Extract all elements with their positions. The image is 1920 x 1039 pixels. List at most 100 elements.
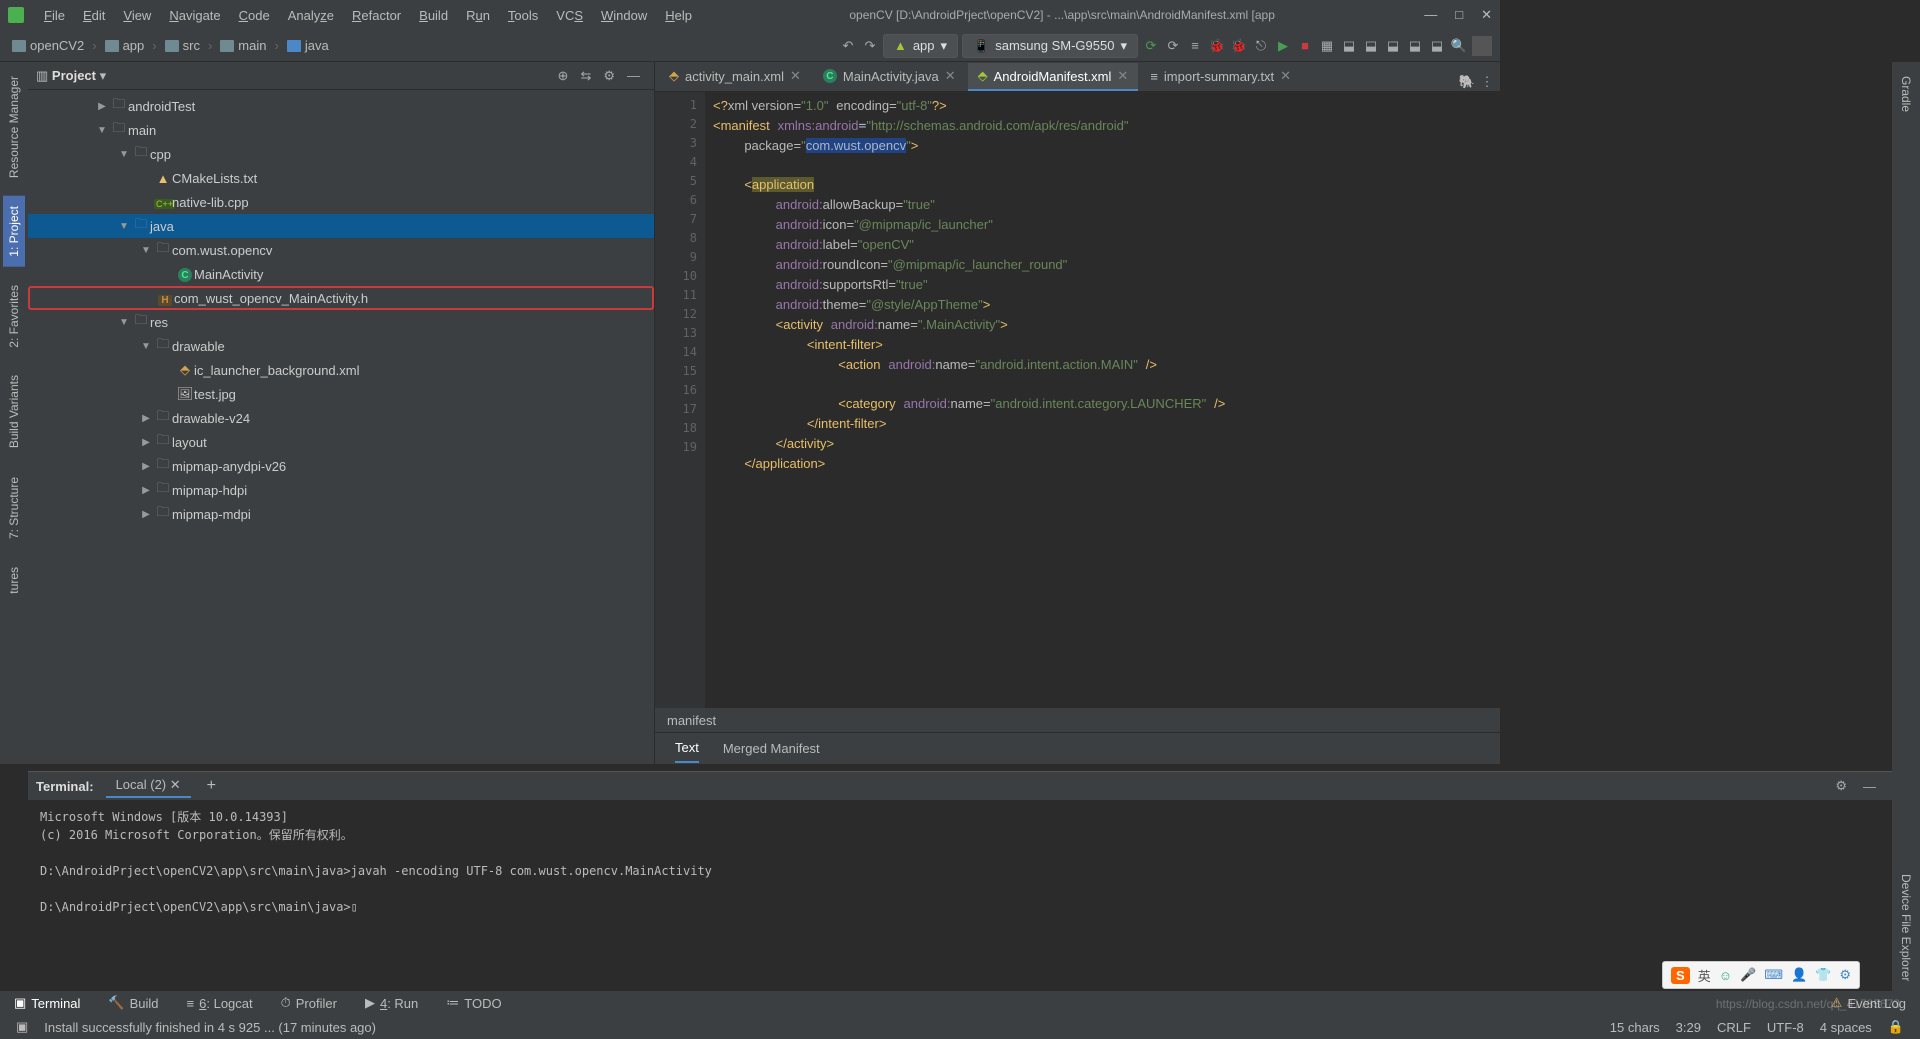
- attach-icon[interactable]: ⎋: [1252, 37, 1270, 55]
- elephant-icon[interactable]: 🐘: [1458, 73, 1476, 91]
- bug-icon[interactable]: 🐞: [1208, 37, 1226, 55]
- tree-arrow-icon[interactable]: ▼: [138, 341, 154, 352]
- status-lock-icon[interactable]: 🔒: [1880, 1019, 1912, 1035]
- menu-analyze[interactable]: Analyze: [280, 4, 342, 27]
- menu-edit[interactable]: Edit: [75, 4, 113, 27]
- nav-fwd-icon[interactable]: ↷: [861, 37, 879, 55]
- tree-item-mipmap-anydpi-v26[interactable]: ▶🗀mipmap-anydpi-v26: [28, 454, 654, 478]
- tree-item-mipmap-mdpi[interactable]: ▶🗀mipmap-mdpi: [28, 502, 654, 526]
- status-icon[interactable]: ▣: [8, 1019, 36, 1035]
- bottom-tab-todo[interactable]: ≔TODO: [440, 995, 507, 1011]
- bottom-tab-6-logcat[interactable]: ≡6: Logcat: [181, 996, 259, 1011]
- collapse-icon[interactable]: ⇆: [574, 68, 597, 84]
- tree-arrow-icon[interactable]: ▼: [138, 245, 154, 256]
- more-icon[interactable]: ⋮: [1478, 73, 1496, 91]
- tree-item-ic-launcher-background-xml[interactable]: ⬘ic_launcher_background.xml: [28, 358, 654, 382]
- menu-build[interactable]: Build: [411, 4, 456, 27]
- profile-icon[interactable]: ▶: [1274, 37, 1292, 55]
- tree-arrow-icon[interactable]: ▶: [138, 509, 154, 520]
- ime-icon[interactable]: ⌨: [1764, 967, 1783, 983]
- tree-item-drawable[interactable]: ▼🗀drawable: [28, 334, 654, 358]
- device-selector[interactable]: 📱samsung SM-G9550▾: [962, 34, 1138, 58]
- close-icon[interactable]: ✕: [945, 68, 956, 84]
- menu-refactor[interactable]: Refactor: [344, 4, 409, 27]
- tree-item-main[interactable]: ▼🗀main: [28, 118, 654, 142]
- layout-icon[interactable]: ⬓: [1362, 37, 1380, 55]
- tasks-icon[interactable]: ≡: [1186, 37, 1204, 55]
- assistant-icon[interactable]: ⬓: [1428, 37, 1446, 55]
- tree-arrow-icon[interactable]: ▼: [94, 125, 110, 136]
- tree-item-test-jpg[interactable]: 🖼test.jpg: [28, 382, 654, 406]
- sidebar-device-file-explorer[interactable]: Device File Explorer: [1895, 864, 1917, 991]
- stop-icon[interactable]: ■: [1296, 37, 1314, 55]
- project-view-icon[interactable]: ▥: [36, 68, 48, 84]
- avd-icon[interactable]: ▦: [1318, 37, 1336, 55]
- menu-window[interactable]: Window: [593, 4, 655, 27]
- sidebar-project[interactable]: 1: Project: [3, 196, 25, 267]
- tree-item-androidtest[interactable]: ▶🗀androidTest: [28, 94, 654, 118]
- ime-icon[interactable]: 👕: [1815, 967, 1831, 983]
- tree-arrow-icon[interactable]: ▼: [116, 317, 132, 328]
- tree-arrow-icon[interactable]: ▶: [138, 437, 154, 448]
- ime-bar[interactable]: S 英 ☺ 🎤 ⌨ 👤 👕 ⚙: [1662, 961, 1860, 989]
- tree-item-cpp[interactable]: ▼🗀cpp: [28, 142, 654, 166]
- bottom-tab-terminal[interactable]: ▣Terminal: [8, 995, 86, 1011]
- tree-item-com-wust-opencv[interactable]: ▼🗀com.wust.opencv: [28, 238, 654, 262]
- target-icon[interactable]: ⊕: [552, 68, 575, 84]
- panel-title[interactable]: Project: [52, 68, 96, 83]
- dropdown-icon[interactable]: ▾: [100, 68, 107, 84]
- tab-merged-manifest[interactable]: Merged Manifest: [723, 735, 820, 762]
- tab-text[interactable]: Text: [675, 734, 699, 763]
- ime-icon[interactable]: 🎤: [1740, 967, 1756, 983]
- tree-item-res[interactable]: ▼🗀res: [28, 310, 654, 334]
- run-config-selector[interactable]: ▲app▾: [883, 34, 958, 58]
- maximize-button[interactable]: □: [1455, 7, 1463, 23]
- tree-item-mipmap-hdpi[interactable]: ▶🗀mipmap-hdpi: [28, 478, 654, 502]
- sdk-icon[interactable]: ⬓: [1340, 37, 1358, 55]
- bottom-tab-4-run[interactable]: ▶4: Run: [359, 995, 424, 1011]
- minimize-panel-icon[interactable]: —: [1855, 779, 1884, 794]
- tree-item-drawable-v24[interactable]: ▶🗀drawable-v24: [28, 406, 654, 430]
- code-breadcrumb[interactable]: manifest: [655, 708, 1500, 732]
- editor-tab-androidmanifest-xml[interactable]: ⬘ AndroidManifest.xml ✕: [968, 63, 1139, 91]
- tree-arrow-icon[interactable]: ▶: [138, 413, 154, 424]
- minimize-panel-icon[interactable]: —: [621, 68, 646, 83]
- gear-icon[interactable]: ⚙: [597, 68, 621, 84]
- menu-vcs[interactable]: VCS: [548, 4, 591, 27]
- menu-run[interactable]: Run: [458, 4, 498, 27]
- editor-tab-activity-main-xml[interactable]: ⬘ activity_main.xml ✕: [659, 63, 811, 91]
- sidebar-resource-manager[interactable]: Resource Manager: [3, 66, 25, 188]
- tree-arrow-icon[interactable]: ▼: [116, 149, 132, 160]
- status-enc[interactable]: UTF-8: [1759, 1020, 1812, 1035]
- terminal-add-button[interactable]: +: [207, 777, 216, 795]
- close-icon[interactable]: ✕: [1280, 68, 1291, 84]
- menu-help[interactable]: Help: [657, 4, 700, 27]
- firebase-icon[interactable]: ⬓: [1406, 37, 1424, 55]
- editor-tab-mainactivity-java[interactable]: C MainActivity.java ✕: [813, 63, 966, 91]
- nav-back-icon[interactable]: ↶: [839, 37, 857, 55]
- ime-icon[interactable]: 👤: [1791, 967, 1807, 983]
- bc-item[interactable]: app: [101, 36, 149, 55]
- tree-item-layout[interactable]: ▶🗀layout: [28, 430, 654, 454]
- close-icon[interactable]: ✕: [1117, 68, 1128, 84]
- sidebar-captures[interactable]: tures: [3, 557, 25, 604]
- terminal-tab[interactable]: Local (2) ✕: [106, 774, 191, 798]
- bc-item[interactable]: main: [216, 36, 270, 55]
- minimize-button[interactable]: —: [1424, 7, 1437, 23]
- menu-navigate[interactable]: Navigate: [161, 4, 228, 27]
- tree-arrow-icon[interactable]: ▶: [138, 461, 154, 472]
- sync2-icon[interactable]: ⟳: [1164, 37, 1182, 55]
- menu-code[interactable]: Code: [231, 4, 278, 27]
- tree-item-native-lib-cpp[interactable]: C++native-lib.cpp: [28, 190, 654, 214]
- tree-item-cmakelists-txt[interactable]: ▲CMakeLists.txt: [28, 166, 654, 190]
- editor-tab-import-summary-txt[interactable]: ≡ import-summary.txt ✕: [1140, 63, 1301, 91]
- bc-item[interactable]: java: [283, 36, 333, 55]
- res-icon[interactable]: ⬓: [1384, 37, 1402, 55]
- ime-icon[interactable]: ☺: [1719, 968, 1732, 983]
- sidebar-favorites[interactable]: 2: Favorites: [3, 275, 25, 358]
- ime-lang[interactable]: 英: [1698, 966, 1711, 985]
- tree-arrow-icon[interactable]: ▶: [138, 485, 154, 496]
- status-eol[interactable]: CRLF: [1709, 1020, 1759, 1035]
- bottom-tab-profiler[interactable]: ⏱Profiler: [275, 995, 343, 1011]
- search-icon[interactable]: 🔍: [1450, 37, 1468, 55]
